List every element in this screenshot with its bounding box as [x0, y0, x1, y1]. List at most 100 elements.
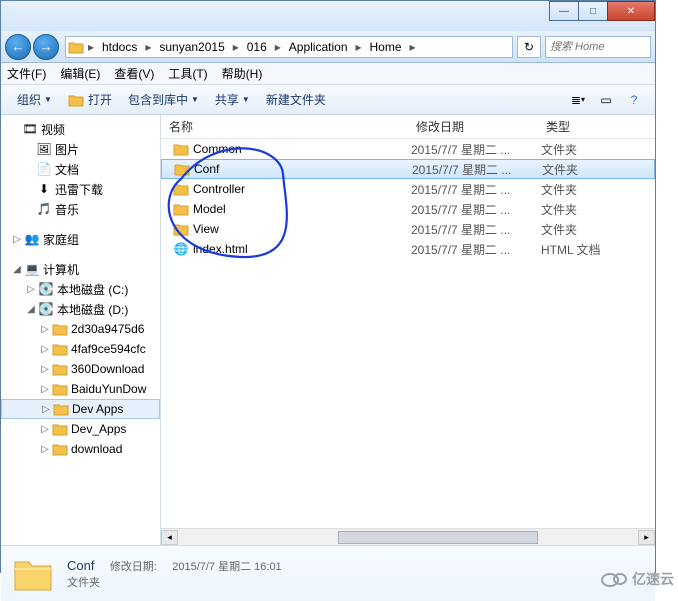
- breadcrumb[interactable]: ▸ htdocs ▸ sunyan2015 ▸ 016 ▸ Applicatio…: [65, 36, 513, 58]
- breadcrumb-item[interactable]: Home: [364, 40, 408, 54]
- file-row[interactable]: 🌐index.html2015/7/7 星期二 ...HTML 文档: [161, 239, 655, 259]
- tree-drive-c[interactable]: ▷💽本地磁盘 (C:): [1, 279, 160, 299]
- file-name: Common: [193, 142, 411, 156]
- html-file-icon: 🌐: [169, 242, 193, 256]
- drive-icon: 💽: [37, 282, 55, 296]
- tree-music[interactable]: 🎵音乐: [1, 199, 160, 219]
- menu-file[interactable]: 文件(F): [7, 65, 46, 82]
- title-bar: — □ ✕: [1, 1, 655, 31]
- expand-icon[interactable]: ▷: [25, 284, 37, 295]
- download-icon: ⬇: [35, 182, 53, 196]
- folder-icon: [11, 552, 55, 596]
- breadcrumb-item[interactable]: 016: [241, 40, 273, 54]
- tree-drive-d[interactable]: ◢💽本地磁盘 (D:): [1, 299, 160, 319]
- folder-icon: [169, 222, 193, 236]
- menu-help[interactable]: 帮助(H): [222, 65, 263, 82]
- expand-icon[interactable]: ▷: [39, 444, 51, 455]
- tree-folder[interactable]: ▷360Download: [1, 359, 160, 379]
- maximize-button[interactable]: □: [578, 1, 608, 21]
- navigation-tree: 🎞视频 🖼图片 📄文档 ⬇迅雷下载 🎵音乐 ▷👥家庭组 ◢💻计算机 ▷💽本地磁盘…: [1, 115, 161, 545]
- scroll-left-button[interactable]: ◂: [161, 530, 178, 545]
- close-button[interactable]: ✕: [607, 1, 655, 21]
- folder-icon: [170, 162, 194, 176]
- file-row[interactable]: Common2015/7/7 星期二 ...文件夹: [161, 139, 655, 159]
- tree-video[interactable]: 🎞视频: [1, 119, 160, 139]
- file-date: 2015/7/7 星期二 ...: [411, 181, 541, 198]
- help-button[interactable]: ?: [621, 89, 647, 111]
- horizontal-scrollbar[interactable]: ◂ ▸: [161, 528, 655, 545]
- file-date: 2015/7/7 星期二 ...: [412, 161, 542, 178]
- search-input[interactable]: [550, 41, 646, 53]
- tree-folder[interactable]: ▷2d30a9475d6: [1, 319, 160, 339]
- file-type: 文件夹: [541, 201, 577, 218]
- column-headers: 名称 修改日期 类型: [161, 115, 655, 139]
- file-date: 2015/7/7 星期二 ...: [411, 141, 541, 158]
- scrollbar-thumb[interactable]: [338, 531, 538, 544]
- column-date[interactable]: 修改日期: [408, 118, 538, 135]
- scroll-right-button[interactable]: ▸: [638, 530, 655, 545]
- column-type[interactable]: 类型: [538, 118, 638, 135]
- file-date: 2015/7/7 星期二 ...: [411, 241, 541, 258]
- chevron-right-icon: ▸: [273, 40, 283, 54]
- file-type: HTML 文档: [541, 241, 601, 258]
- expand-icon[interactable]: ▷: [39, 424, 51, 435]
- refresh-button[interactable]: ↻: [517, 36, 541, 58]
- expand-icon[interactable]: ▷: [40, 404, 52, 415]
- document-icon: 📄: [35, 162, 53, 176]
- tree-xunlei[interactable]: ⬇迅雷下载: [1, 179, 160, 199]
- breadcrumb-item[interactable]: htdocs: [96, 40, 143, 54]
- tree-folder[interactable]: ▷4faf9ce594cfc: [1, 339, 160, 359]
- file-type: 文件夹: [541, 141, 577, 158]
- file-name: Conf: [194, 162, 412, 176]
- expand-icon[interactable]: ▷: [39, 344, 51, 355]
- tree-folder[interactable]: ▷Dev_Apps: [1, 419, 160, 439]
- organize-button[interactable]: 组织▼: [9, 91, 60, 108]
- menu-tools[interactable]: 工具(T): [168, 65, 207, 82]
- tree-pictures[interactable]: 🖼图片: [1, 139, 160, 159]
- toolbar: 组织▼ 打开 包含到库中▼ 共享▼ 新建文件夹 ≣▾ ▭ ?: [1, 85, 655, 115]
- pictures-icon: 🖼: [35, 142, 53, 156]
- column-name[interactable]: 名称: [161, 118, 408, 135]
- tree-computer[interactable]: ◢💻计算机: [1, 259, 160, 279]
- minimize-button[interactable]: —: [549, 1, 579, 21]
- file-name: View: [193, 222, 411, 236]
- file-type: 文件夹: [542, 161, 578, 178]
- file-row[interactable]: View2015/7/7 星期二 ...文件夹: [161, 219, 655, 239]
- expand-icon[interactable]: ▷: [11, 234, 23, 245]
- file-row[interactable]: Conf2015/7/7 星期二 ...文件夹: [161, 159, 655, 179]
- folder-icon: [169, 202, 193, 216]
- folder-icon: [51, 422, 69, 436]
- menu-view[interactable]: 查看(V): [114, 65, 154, 82]
- collapse-icon[interactable]: ◢: [11, 264, 23, 275]
- tree-folder[interactable]: ▷BaiduYunDow: [1, 379, 160, 399]
- chevron-right-icon: ▸: [354, 40, 364, 54]
- collapse-icon[interactable]: ◢: [25, 304, 37, 315]
- expand-icon[interactable]: ▷: [39, 324, 51, 335]
- include-button[interactable]: 包含到库中▼: [120, 91, 207, 108]
- file-name: Controller: [193, 182, 411, 196]
- file-list-pane: 名称 修改日期 类型 Common2015/7/7 星期二 ...文件夹Conf…: [161, 115, 655, 545]
- open-button[interactable]: 打开: [60, 91, 120, 108]
- expand-icon[interactable]: ▷: [39, 364, 51, 375]
- folder-icon: [169, 182, 193, 196]
- file-type: 文件夹: [541, 221, 577, 238]
- tree-folder-devapps[interactable]: ▷Dev Apps: [1, 399, 160, 419]
- preview-pane-button[interactable]: ▭: [593, 89, 619, 111]
- breadcrumb-item[interactable]: sunyan2015: [153, 40, 230, 54]
- view-options-button[interactable]: ≣▾: [565, 89, 591, 111]
- file-row[interactable]: Controller2015/7/7 星期二 ...文件夹: [161, 179, 655, 199]
- folder-icon: [51, 382, 69, 396]
- watermark: 亿速云: [600, 569, 674, 589]
- expand-icon[interactable]: ▷: [39, 384, 51, 395]
- breadcrumb-item[interactable]: Application: [283, 40, 354, 54]
- tree-folder[interactable]: ▷download: [1, 439, 160, 459]
- back-button[interactable]: ←: [5, 34, 31, 60]
- menu-edit[interactable]: 编辑(E): [60, 65, 100, 82]
- forward-button[interactable]: →: [33, 34, 59, 60]
- share-button[interactable]: 共享▼: [207, 91, 258, 108]
- tree-homegroup[interactable]: ▷👥家庭组: [1, 229, 160, 249]
- file-row[interactable]: Model2015/7/7 星期二 ...文件夹: [161, 199, 655, 219]
- newfolder-button[interactable]: 新建文件夹: [258, 91, 334, 108]
- search-box[interactable]: [545, 36, 651, 58]
- tree-documents[interactable]: 📄文档: [1, 159, 160, 179]
